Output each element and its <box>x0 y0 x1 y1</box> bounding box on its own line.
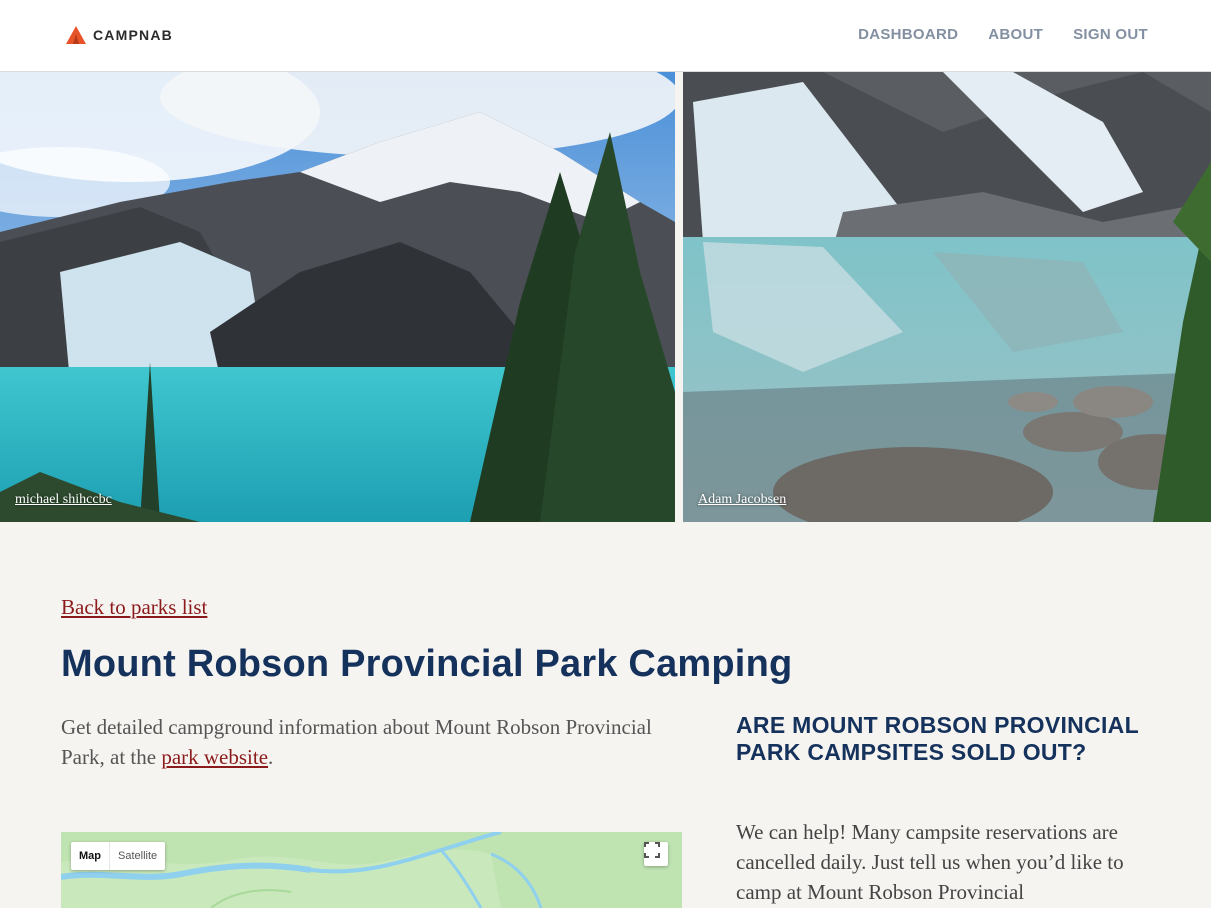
campnab-logo[interactable]: CAMPNAB <box>65 24 173 46</box>
map-type-toggle: Map Satellite <box>71 842 166 870</box>
satellite-view-button[interactable]: Satellite <box>109 842 165 870</box>
brand-name: CAMPNAB <box>93 27 173 43</box>
back-to-parks-link[interactable]: Back to parks list <box>61 595 207 620</box>
nav-dashboard[interactable]: DASHBOARD <box>858 26 958 43</box>
map-view-button[interactable]: Map <box>71 842 109 870</box>
photo-credit-left[interactable]: michael shihccbc <box>15 492 112 508</box>
park-photo-reflection[interactable]: Adam Jacobsen <box>683 72 1211 522</box>
park-website-link[interactable]: park website <box>161 745 268 769</box>
page-title: Mount Robson Provincial Park Camping <box>61 643 793 685</box>
hero-gallery: michael shihccbc Adam Jacobsen <box>0 72 1211 522</box>
park-photo-lake[interactable]: michael shihccbc <box>0 72 675 522</box>
nav-about[interactable]: ABOUT <box>988 26 1043 43</box>
intro-text: Get detailed campground information abou… <box>61 715 652 769</box>
site-header: CAMPNAB DASHBOARD ABOUT SIGN OUT <box>0 0 1211 72</box>
main-nav: DASHBOARD ABOUT SIGN OUT <box>858 26 1148 43</box>
park-map[interactable]: Map Satellite <box>61 832 682 908</box>
intro-end: . <box>268 745 274 769</box>
photo-credit-right[interactable]: Adam Jacobsen <box>698 492 786 508</box>
campnab-logo-icon <box>66 26 86 44</box>
fullscreen-button[interactable] <box>644 842 668 866</box>
sold-out-heading: ARE MOUNT ROBSON PROVINCIAL PARK CAMPSIT… <box>736 712 1139 765</box>
intro-paragraph: Get detailed campground information abou… <box>61 712 661 772</box>
fullscreen-icon <box>644 842 660 858</box>
sold-out-paragraph: We can help! Many campsite reservations … <box>736 820 1124 904</box>
nav-sign-out[interactable]: SIGN OUT <box>1073 26 1148 43</box>
